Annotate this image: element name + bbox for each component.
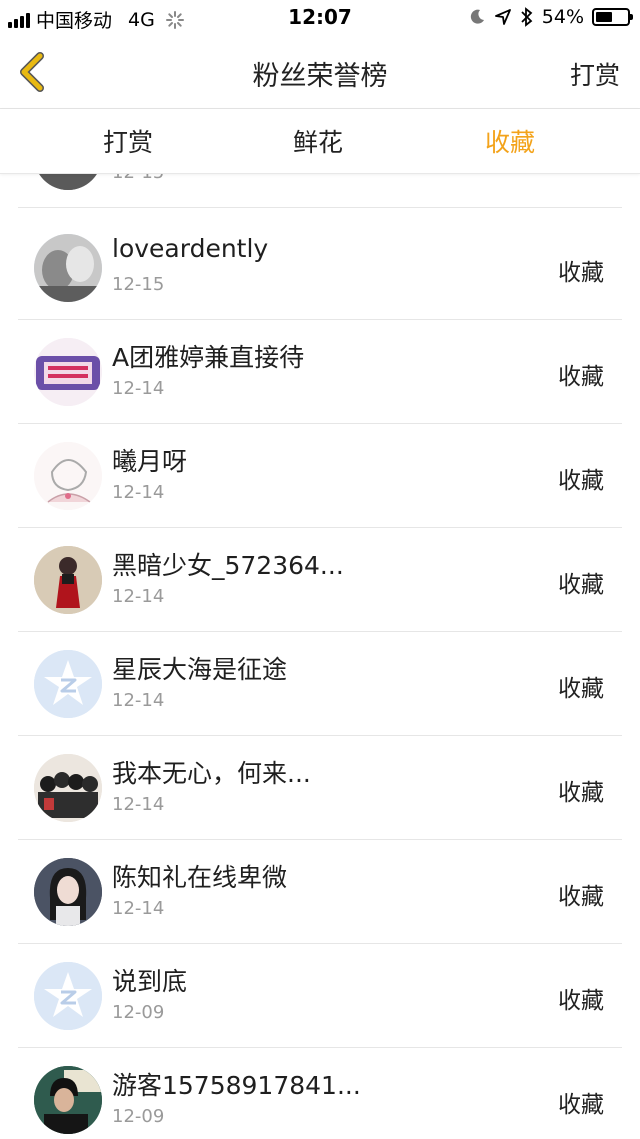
list-item-date: 12-14 <box>112 898 165 919</box>
status-bar: 中国移动 4G 12:07 54% <box>0 0 640 36</box>
list-item-date: 12-15 <box>112 274 165 295</box>
list-item-name: 星辰大海是征途 <box>112 655 288 684</box>
avatar <box>34 442 102 510</box>
list-item-action[interactable]: 收藏 <box>558 773 604 807</box>
list-item[interactable]: 说到底 12-09 收藏 <box>18 944 622 1048</box>
moon-icon <box>470 9 484 24</box>
list-item-date: 12-14 <box>112 794 165 815</box>
list-item[interactable]: 陈知礼在线卑微 12-14 收藏 <box>18 840 622 944</box>
list-item-action[interactable]: 收藏 <box>558 1085 604 1119</box>
avatar <box>34 1066 102 1134</box>
list-item[interactable]: A团雅婷兼直接待 12-14 收藏 <box>18 320 622 424</box>
list-item-date: 12-14 <box>112 378 165 399</box>
list-item-name: 黑暗少女_572364... <box>112 551 344 580</box>
list-item[interactable]: 黑暗少女_572364... 12-14 收藏 <box>18 528 622 632</box>
list-item[interactable]: loveardently 12-15 收藏 <box>18 216 622 320</box>
avatar <box>34 858 102 926</box>
list-item[interactable]: 星辰大海是征途 12-14 收藏 <box>18 632 622 736</box>
list-item-action[interactable]: 收藏 <box>558 669 604 703</box>
tab-favorites[interactable]: 收藏 <box>430 123 590 159</box>
battery-level <box>596 12 612 22</box>
list-item-name: 曦月呀 <box>112 447 188 476</box>
default-avatar-icon <box>34 962 102 1030</box>
list-item-date: 12-14 <box>112 586 165 607</box>
list-item-date: 12-14 <box>112 690 165 711</box>
tab-flowers[interactable]: 鲜花 <box>238 123 398 159</box>
list-item-action[interactable]: 收藏 <box>558 981 604 1015</box>
battery-percent: 54% <box>541 6 584 28</box>
avatar <box>34 754 102 822</box>
list-item-name: 说到底 <box>112 967 188 996</box>
tab-reward[interactable]: 打赏 <box>48 123 208 159</box>
list-item-name: loveardently <box>112 234 269 263</box>
nav-bar: 粉丝荣誉榜 打赏 <box>0 36 640 109</box>
default-avatar-icon <box>34 650 102 718</box>
location-icon <box>494 9 511 25</box>
list-item-action[interactable]: 收藏 <box>558 565 604 599</box>
list-item-action[interactable]: 收藏 <box>558 357 604 391</box>
page-title: 粉丝荣誉榜 <box>252 61 388 92</box>
list-item-name: 陈知礼在线卑微 <box>112 863 288 892</box>
tab-bar: 打赏 鲜花 收藏 <box>0 109 640 174</box>
bluetooth-icon <box>521 7 533 27</box>
list-item-date: 12-09 <box>112 1106 165 1127</box>
list-item[interactable]: 曦月呀 12-14 收藏 <box>18 424 622 528</box>
list-item-action[interactable]: 收藏 <box>558 461 604 495</box>
reward-button[interactable]: 打赏 <box>570 56 620 92</box>
list-item-name: A团雅婷兼直接待 <box>112 343 305 372</box>
avatar <box>34 962 102 1030</box>
chevron-left-icon <box>20 52 44 92</box>
avatar <box>34 234 102 302</box>
list-item-action[interactable]: 收藏 <box>558 253 604 287</box>
fan-list[interactable]: 12-15 loveardently 12-15 收藏 A团 <box>0 112 640 1139</box>
list-item[interactable]: 游客15758917841... 12-09 收藏 <box>18 1048 622 1139</box>
avatar <box>34 650 102 718</box>
avatar <box>34 338 102 406</box>
list-item[interactable]: 我本无心，何来... 12-14 收藏 <box>18 736 622 840</box>
back-button[interactable] <box>12 50 52 94</box>
status-right: 54% <box>468 6 633 28</box>
battery-icon <box>592 8 633 26</box>
list-item-action[interactable]: 收藏 <box>558 877 604 911</box>
list-item-name: 游客15758917841... <box>112 1071 361 1100</box>
list-item-name: 我本无心，何来... <box>112 759 311 788</box>
list-item-date: 12-09 <box>112 1002 165 1023</box>
avatar <box>34 546 102 614</box>
list-item-date: 12-14 <box>112 482 165 503</box>
